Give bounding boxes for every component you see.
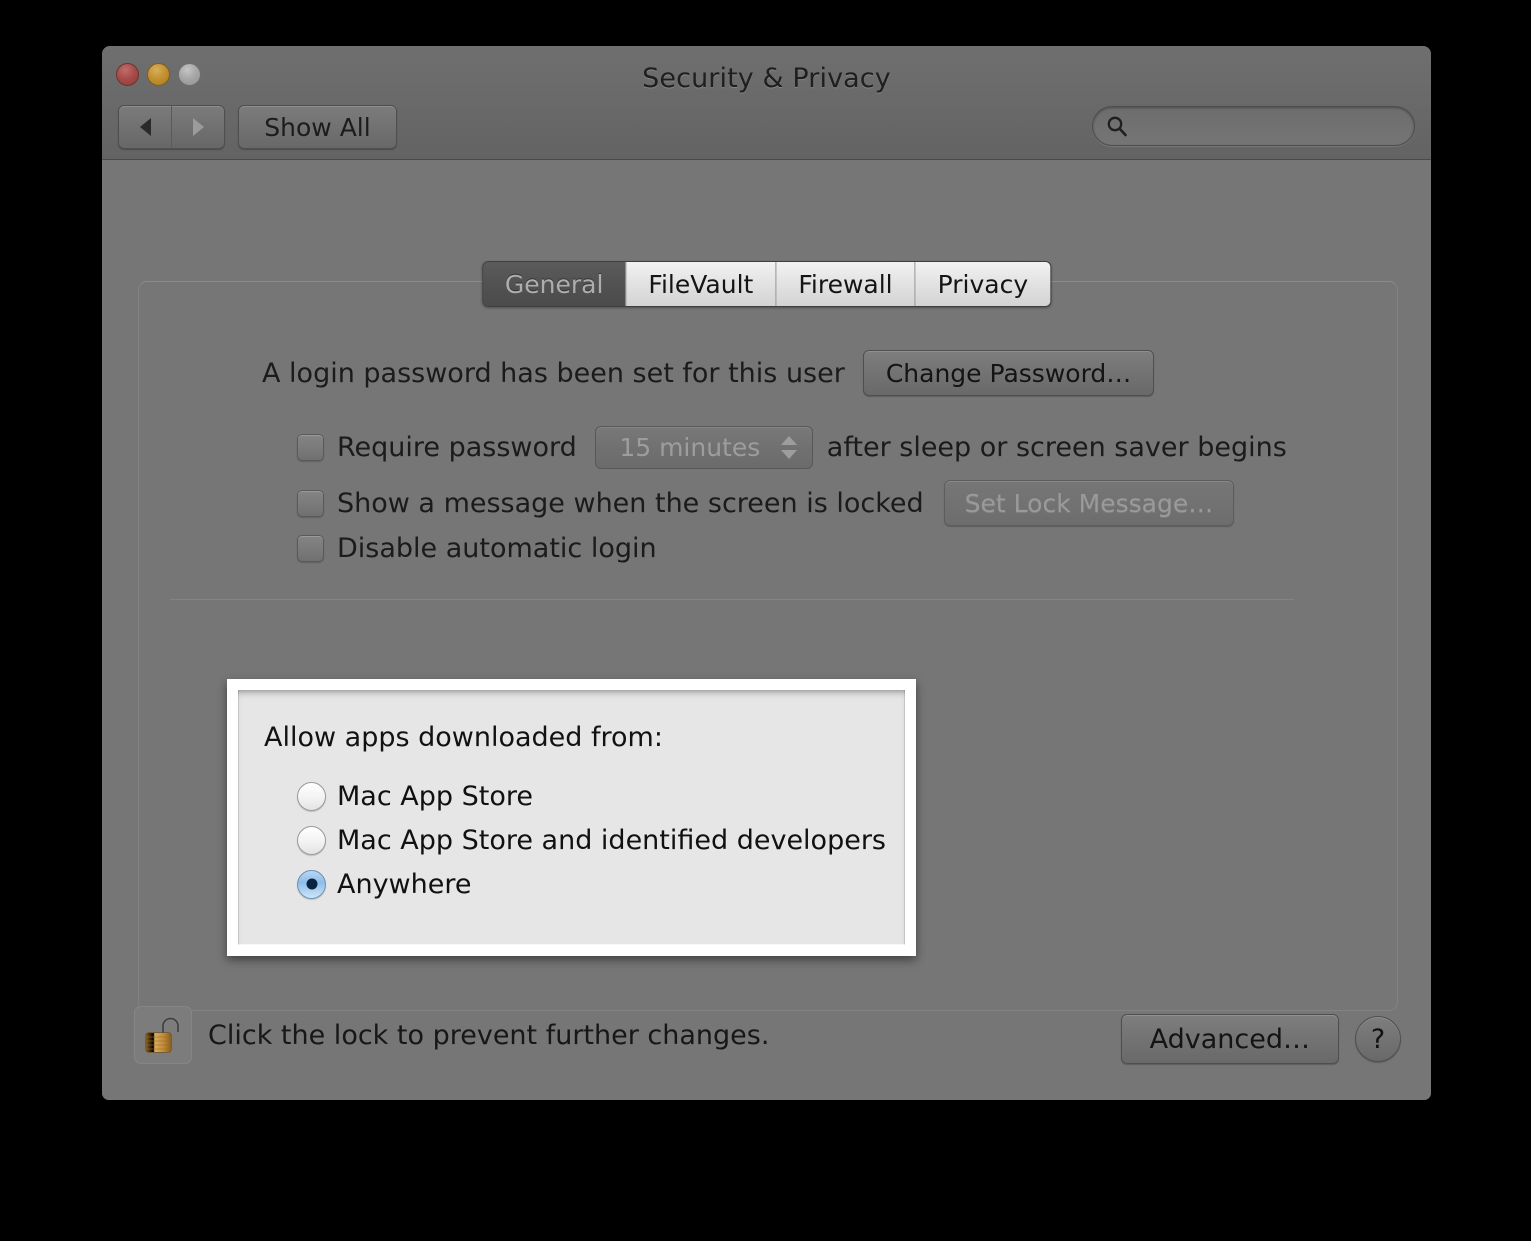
require-password-interval-stepper[interactable]: 15 minutes xyxy=(594,426,813,469)
tab-firewall[interactable]: Firewall xyxy=(775,262,915,306)
lock-hint-text: Click the lock to prevent further change… xyxy=(208,1019,770,1051)
disable-automatic-login-label: Disable automatic login xyxy=(337,533,657,564)
tab-filevault[interactable]: FileVault xyxy=(625,262,776,306)
radio-anywhere-icon[interactable] xyxy=(297,869,326,899)
show-lock-message-checkbox[interactable] xyxy=(297,489,324,517)
radio-identified-developers-label: Mac App Store and identified developers xyxy=(337,824,886,856)
disable-automatic-login-checkbox[interactable] xyxy=(297,535,324,562)
gatekeeper-option-identified-developers[interactable]: Mac App Store and identified developers xyxy=(297,818,886,862)
gatekeeper-title: Allow apps downloaded from: xyxy=(264,722,663,753)
radio-identified-developers-icon[interactable] xyxy=(297,825,326,855)
tab-bar: General FileVault Firewall Privacy xyxy=(481,261,1052,307)
login-password-row: A login password has been set for this u… xyxy=(262,350,1155,396)
disable-automatic-login-row: Disable automatic login xyxy=(297,533,657,564)
gatekeeper-radio-group: Mac App Store Mac App Store and identifi… xyxy=(297,774,886,906)
stepper-arrows-icon[interactable] xyxy=(772,436,806,459)
search-input[interactable] xyxy=(1135,114,1390,138)
gatekeeper-panel: Allow apps downloaded from: Mac App Stor… xyxy=(238,690,905,945)
login-password-status: A login password has been set for this u… xyxy=(262,357,845,389)
tab-general[interactable]: General xyxy=(482,262,626,306)
back-button[interactable] xyxy=(119,106,171,148)
section-divider xyxy=(170,599,1294,600)
require-password-interval-value: 15 minutes xyxy=(619,433,761,462)
show-lock-message-row: Show a message when the screen is locked… xyxy=(297,480,1235,526)
nav-segmented-control[interactable] xyxy=(118,105,225,149)
advanced-button[interactable]: Advanced… xyxy=(1120,1014,1339,1064)
window-title: Security & Privacy xyxy=(642,63,891,94)
window-titlebar: Security & Privacy Show All xyxy=(102,46,1431,160)
search-icon xyxy=(1107,116,1127,137)
gatekeeper-highlight-frame: Allow apps downloaded from: Mac App Stor… xyxy=(227,679,916,956)
change-password-button[interactable]: Change Password… xyxy=(862,350,1155,396)
require-password-trailing-text: after sleep or screen saver begins xyxy=(826,432,1287,463)
radio-anywhere-label: Anywhere xyxy=(337,868,472,900)
show-all-button[interactable]: Show All xyxy=(238,105,397,149)
lock-button[interactable] xyxy=(134,1006,192,1064)
stepper-up-icon[interactable] xyxy=(780,436,797,445)
back-arrow-icon xyxy=(139,118,151,136)
require-password-row: Require password 15 minutes after sleep … xyxy=(297,426,1287,469)
help-button[interactable]: ? xyxy=(1355,1016,1401,1062)
show-lock-message-label: Show a message when the screen is locked xyxy=(337,487,924,519)
footer-actions: Advanced… ? xyxy=(1120,1014,1401,1064)
search-field[interactable] xyxy=(1092,106,1415,146)
stepper-down-icon[interactable] xyxy=(780,450,797,459)
preferences-window: Security & Privacy Show All General File… xyxy=(102,46,1431,1100)
lock-control: Click the lock to prevent further change… xyxy=(134,1006,769,1064)
forward-arrow-icon xyxy=(192,118,204,136)
unlocked-padlock-icon xyxy=(145,1016,181,1053)
radio-mac-app-store-label: Mac App Store xyxy=(337,780,533,812)
gatekeeper-option-mac-app-store[interactable]: Mac App Store xyxy=(297,774,886,818)
tab-privacy[interactable]: Privacy xyxy=(914,262,1051,306)
set-lock-message-button[interactable]: Set Lock Message… xyxy=(943,480,1235,526)
forward-button[interactable] xyxy=(171,106,224,148)
require-password-checkbox[interactable] xyxy=(297,434,324,461)
require-password-label: Require password xyxy=(337,432,577,463)
gatekeeper-option-anywhere[interactable]: Anywhere xyxy=(297,862,886,906)
preference-pane-body: General FileVault Firewall Privacy A log… xyxy=(102,160,1431,1100)
radio-mac-app-store-icon[interactable] xyxy=(297,781,326,811)
